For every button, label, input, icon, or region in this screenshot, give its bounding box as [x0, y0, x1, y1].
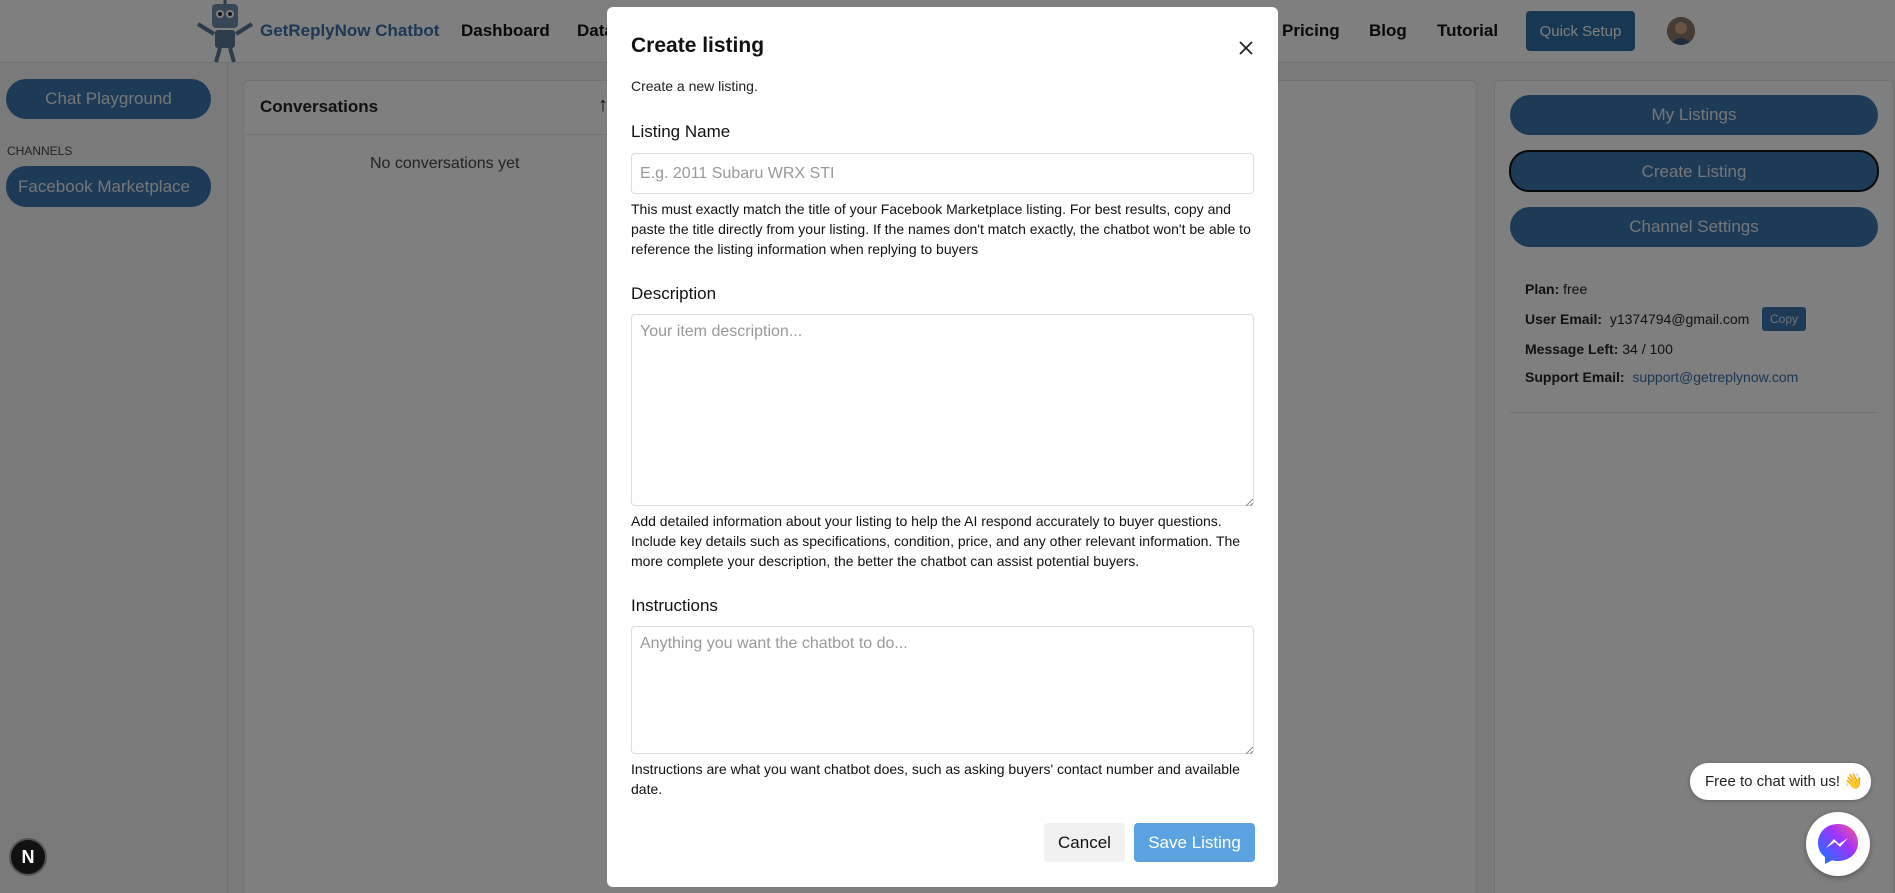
- listing-name-label: Listing Name: [631, 122, 731, 141]
- listing-name-help: This must exactly match the title of you…: [631, 201, 1251, 257]
- modal-subtitle: Create a new listing.: [631, 78, 758, 94]
- description-help: Add detailed information about your list…: [631, 513, 1241, 569]
- instructions-help: Instructions are what you want chatbot d…: [631, 761, 1240, 797]
- instructions-label: Instructions: [631, 596, 718, 615]
- listing-name-input[interactable]: [631, 153, 1254, 194]
- modal-title: Create listing: [631, 34, 765, 57]
- messenger-icon[interactable]: [1806, 812, 1870, 876]
- resize-grip-icon[interactable]: [1244, 742, 1254, 755]
- description-label: Description: [631, 284, 717, 303]
- next-dev-badge[interactable]: N: [9, 838, 47, 876]
- cancel-button[interactable]: Cancel: [1044, 823, 1125, 862]
- description-textarea[interactable]: [631, 314, 1254, 506]
- instructions-textarea[interactable]: [631, 626, 1254, 754]
- create-listing-modal: Create listing Create a new listing. Lis…: [607, 7, 1278, 887]
- resize-grip-icon[interactable]: [1244, 494, 1254, 507]
- save-listing-button[interactable]: Save Listing: [1134, 823, 1255, 862]
- close-icon[interactable]: [1235, 37, 1257, 59]
- chat-invite-bubble[interactable]: Free to chat with us! 👋: [1690, 763, 1871, 800]
